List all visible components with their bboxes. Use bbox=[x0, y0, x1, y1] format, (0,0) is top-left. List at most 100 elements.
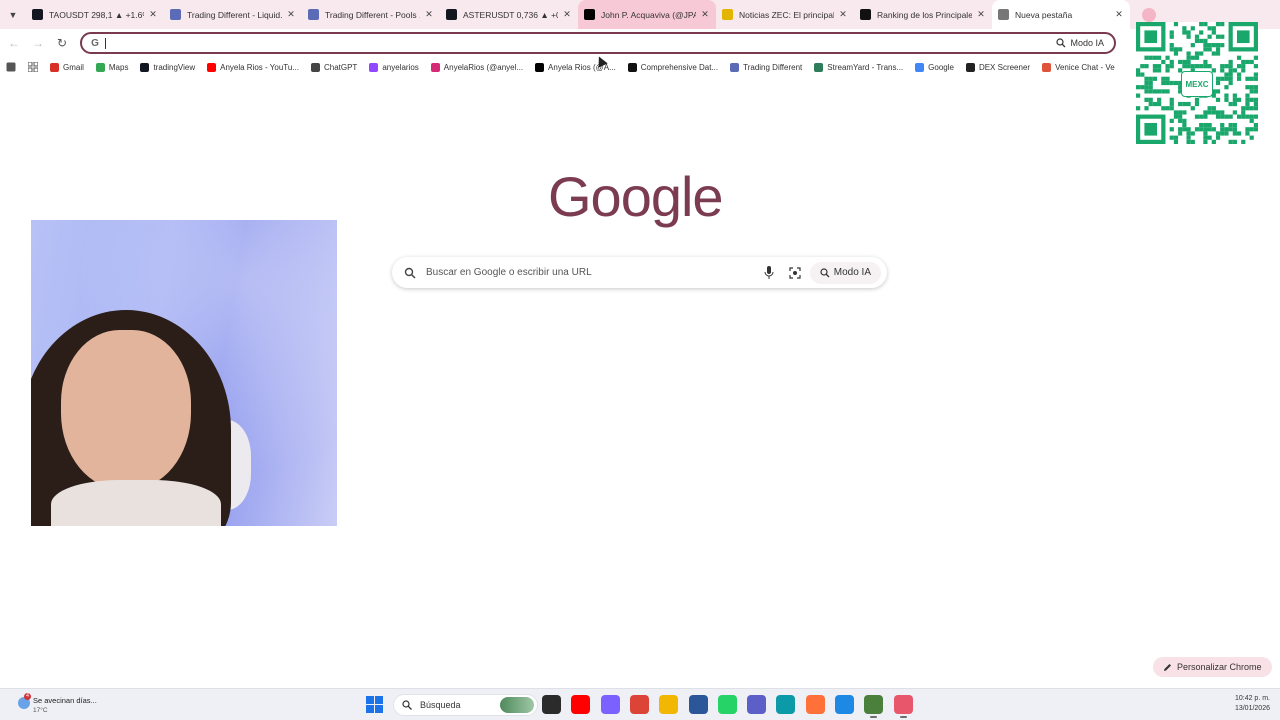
windows-start-icon[interactable] bbox=[366, 696, 383, 713]
close-icon[interactable]: ✕ bbox=[424, 9, 434, 20]
tab-title: Nueva pestaña bbox=[1015, 9, 1073, 20]
google-search-box[interactable]: Modo IA bbox=[392, 257, 887, 288]
whatsapp-icon[interactable] bbox=[717, 695, 737, 714]
bookmark-item[interactable]: Comprehensive Dat... bbox=[622, 57, 724, 77]
chatgpt-icon bbox=[310, 62, 320, 72]
bookmark-label: anyelarios bbox=[382, 62, 419, 72]
clock-time: 10:42 p. m. bbox=[1234, 695, 1270, 702]
folder-icon[interactable] bbox=[659, 695, 679, 714]
tab-title: Noticias ZEC: El principal bbox=[739, 9, 834, 20]
tab-3[interactable]: Trading Different - Pools ... ✕ bbox=[302, 0, 440, 29]
weather-widget[interactable]: 4 Se avecinan días... 17°C bbox=[18, 693, 128, 717]
omnibox-ai-mode-label: Modo IA bbox=[1070, 38, 1104, 48]
reload-button[interactable]: ↻ bbox=[50, 31, 74, 55]
file-explorer-dark-icon[interactable] bbox=[542, 695, 561, 714]
instagram-icon bbox=[430, 62, 440, 72]
ai-mode-button[interactable]: Modo IA bbox=[809, 261, 881, 284]
google-g-icon: G bbox=[91, 37, 99, 49]
bookmark-item[interactable]: Anyela Rios - YouTu... bbox=[201, 57, 305, 77]
tab-5[interactable]: John P. Acquaviva (@JPA/ ✕ bbox=[578, 0, 716, 29]
bookmark-label: Google bbox=[928, 62, 954, 72]
bookmark-icon bbox=[627, 62, 637, 72]
taskbar-search[interactable]: Búsqueda bbox=[393, 694, 538, 716]
teams-icon[interactable] bbox=[747, 695, 767, 714]
omnibox-input[interactable] bbox=[106, 37, 1049, 49]
customize-chrome-label: Personalizar Chrome bbox=[1177, 662, 1262, 672]
maps-icon bbox=[95, 62, 105, 72]
weather-badge: 4 bbox=[24, 693, 31, 700]
tab-title: ASTERUSDT 0,736 ▲ +0.9 bbox=[463, 9, 558, 20]
close-icon[interactable]: ✕ bbox=[562, 9, 572, 20]
bookmark-item[interactable]: Gmail bbox=[44, 57, 90, 77]
tab-title: Ranking de los Principale bbox=[877, 9, 972, 20]
system-clock[interactable]: 10:42 p. m. 13/01/2026 bbox=[1235, 694, 1270, 714]
google-search-input[interactable] bbox=[426, 267, 758, 278]
close-icon[interactable]: ✕ bbox=[976, 9, 986, 20]
lens-search-button[interactable] bbox=[784, 262, 806, 284]
customize-chrome-button[interactable]: Personalizar Chrome bbox=[1153, 657, 1272, 677]
bookmark-item[interactable]: ChatGPT bbox=[305, 57, 363, 77]
close-icon[interactable]: ✕ bbox=[838, 9, 848, 20]
chrome-profile2-icon[interactable] bbox=[893, 695, 913, 718]
bookmark-item[interactable]: Anyela Rios (@A... bbox=[529, 57, 622, 77]
ai-mode-label: Modo IA bbox=[833, 267, 871, 278]
pencil-icon bbox=[1164, 663, 1171, 671]
tab-search-button[interactable]: ▼ bbox=[0, 0, 26, 29]
bookmark-item[interactable]: StreamYard - Trans... bbox=[808, 57, 909, 77]
bookmark-item[interactable]: AnyelaRios (@anyel... bbox=[425, 57, 529, 77]
back-button[interactable]: ← bbox=[2, 31, 26, 55]
google-logo: Google bbox=[548, 165, 724, 228]
youtube-icon[interactable] bbox=[571, 695, 591, 714]
omnibox-ai-mode-button[interactable]: Modo IA bbox=[1048, 34, 1112, 52]
tab-7[interactable]: Ranking de los Principale ✕ bbox=[854, 0, 992, 29]
x-icon bbox=[584, 9, 595, 20]
tab-6[interactable]: Noticias ZEC: El principal ✕ bbox=[716, 0, 854, 29]
tab-1[interactable]: TAOUSDT 298,1 ▲ +1.6% ✕ bbox=[26, 0, 164, 29]
forward-button[interactable]: → bbox=[26, 31, 50, 55]
tab-title: Trading Different - Pools ... bbox=[325, 9, 420, 20]
tab-title: Trading Different - Liquid... bbox=[187, 9, 282, 20]
new-tab-button[interactable] bbox=[1142, 7, 1156, 22]
webcam-overlay bbox=[31, 220, 337, 526]
tab-8[interactable]: Nueva pestaña ✕ bbox=[992, 0, 1130, 29]
chrome-profile-icon[interactable] bbox=[864, 695, 884, 718]
side-panel-icon[interactable] bbox=[6, 62, 16, 72]
arrow-left-icon: ← bbox=[8, 36, 20, 50]
streamyard-icon bbox=[814, 62, 824, 72]
bookmark-item[interactable]: Venice Chat - Ve bbox=[1036, 57, 1121, 77]
close-icon[interactable]: ✕ bbox=[286, 9, 296, 20]
tradingview-icon bbox=[32, 9, 43, 20]
bookmark-label: Trading Different bbox=[743, 62, 803, 72]
bookmark-item[interactable]: anyelarios bbox=[363, 57, 424, 77]
dexscreener-icon bbox=[965, 62, 975, 72]
chrome-icon[interactable] bbox=[629, 695, 649, 714]
omnibox[interactable]: G Modo IA bbox=[80, 32, 1116, 54]
bookmark-item[interactable]: tradingView bbox=[134, 57, 201, 77]
bookmark-item[interactable]: Trading Different bbox=[724, 57, 808, 77]
bookmark-item[interactable]: DEX Screener bbox=[960, 57, 1036, 77]
bookmark-item[interactable]: Google bbox=[909, 57, 960, 77]
edge-icon[interactable] bbox=[776, 695, 796, 714]
apps-grid-icon[interactable] bbox=[28, 62, 38, 72]
text-caret bbox=[105, 38, 106, 49]
twitch-icon bbox=[369, 62, 379, 72]
gmail-icon bbox=[50, 62, 59, 72]
voice-search-button[interactable] bbox=[758, 262, 780, 284]
firefox-icon[interactable] bbox=[805, 695, 825, 714]
tab-4[interactable]: ASTERUSDT 0,736 ▲ +0.9 ✕ bbox=[440, 0, 578, 29]
tradingview-app-icon[interactable] bbox=[835, 695, 854, 714]
close-icon[interactable]: ✕ bbox=[700, 9, 710, 20]
globe-icon bbox=[730, 62, 740, 72]
word-icon[interactable] bbox=[688, 695, 708, 714]
bookmark-item[interactable]: Maps bbox=[90, 57, 135, 77]
chrome-icon bbox=[998, 9, 1009, 20]
close-icon[interactable]: ✕ bbox=[148, 9, 158, 20]
bookmark-label: Comprehensive Dat... bbox=[640, 62, 719, 72]
globe-icon bbox=[170, 9, 181, 20]
person-shirt bbox=[51, 480, 221, 526]
reload-icon: ↻ bbox=[56, 36, 68, 50]
copilot-icon[interactable] bbox=[600, 695, 620, 714]
google-icon bbox=[915, 62, 925, 72]
tab-2[interactable]: Trading Different - Liquid... ✕ bbox=[164, 0, 302, 29]
close-icon[interactable]: ✕ bbox=[1114, 9, 1124, 20]
